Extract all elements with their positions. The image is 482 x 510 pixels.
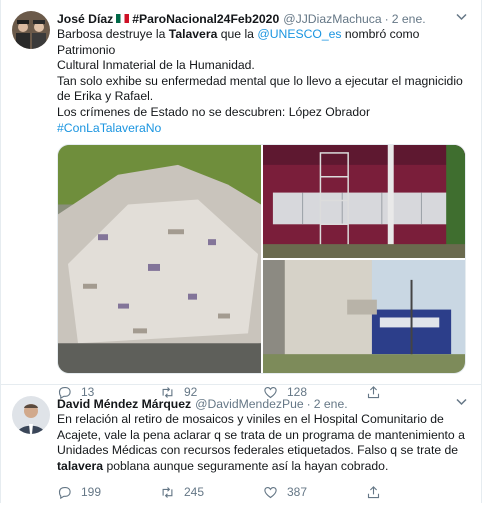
share-button[interactable]: [366, 485, 390, 500]
mexico-flag-icon: [116, 14, 130, 23]
retweet-button[interactable]: 245: [160, 485, 263, 500]
separator-dot: ·: [384, 11, 389, 26]
media-grid: [57, 144, 466, 375]
photo-rubble[interactable]: [58, 145, 261, 374]
tweet[interactable]: David Méndez Márquez @DavidMendezPue · 2…: [1, 385, 481, 503]
like-icon: [264, 486, 277, 499]
tweet[interactable]: José Díaz #ParoNacional24Feb2020 @JJDiaz…: [1, 0, 481, 399]
reply-button[interactable]: 199: [57, 485, 160, 500]
photo-building-wall[interactable]: [263, 145, 465, 259]
reply-count: 199: [81, 485, 102, 500]
author-handle[interactable]: @JJDiazMachuca: [283, 12, 381, 26]
like-button[interactable]: 387: [263, 485, 366, 500]
reply-icon: [58, 486, 71, 499]
avatar[interactable]: [12, 396, 50, 434]
tweet-text: En relación al retiro de mosaicos y vini…: [57, 412, 465, 473]
share-icon: [367, 485, 380, 498]
tweet-header: David Méndez Márquez @DavidMendezPue · 2…: [57, 395, 469, 412]
tweet-text: Barbosa destruye la Talavera que la @UNE…: [57, 27, 469, 136]
hashtag-link[interactable]: #ConLaTalaveraNo: [57, 121, 469, 137]
author-handle[interactable]: @DavidMendezPue: [195, 397, 304, 411]
tweet-actions: 199 245 387: [57, 474, 469, 510]
photo-hospital-exterior[interactable]: [263, 260, 465, 374]
retweet-count: 245: [184, 485, 205, 500]
separator-dot: ·: [306, 396, 311, 411]
timeline: José Díaz #ParoNacional24Feb2020 @JJDiaz…: [0, 0, 482, 503]
tweet-date[interactable]: 2 ene.: [392, 12, 426, 26]
mention-link[interactable]: @UNESCO_es: [257, 27, 341, 41]
tweet-header: José Díaz #ParoNacional24Feb2020 @JJDiaz…: [57, 10, 469, 27]
author-hashtag-name[interactable]: #ParoNacional24Feb2020: [132, 12, 279, 26]
caret-down-icon[interactable]: [456, 12, 467, 24]
tweet-date[interactable]: 2 ene.: [314, 397, 348, 411]
author-name[interactable]: David Méndez Márquez: [57, 397, 191, 411]
author-name[interactable]: José Díaz: [57, 12, 113, 26]
like-count: 387: [287, 485, 308, 500]
caret-down-icon[interactable]: [456, 397, 467, 409]
retweet-icon: [162, 486, 173, 498]
avatar[interactable]: [12, 11, 50, 49]
